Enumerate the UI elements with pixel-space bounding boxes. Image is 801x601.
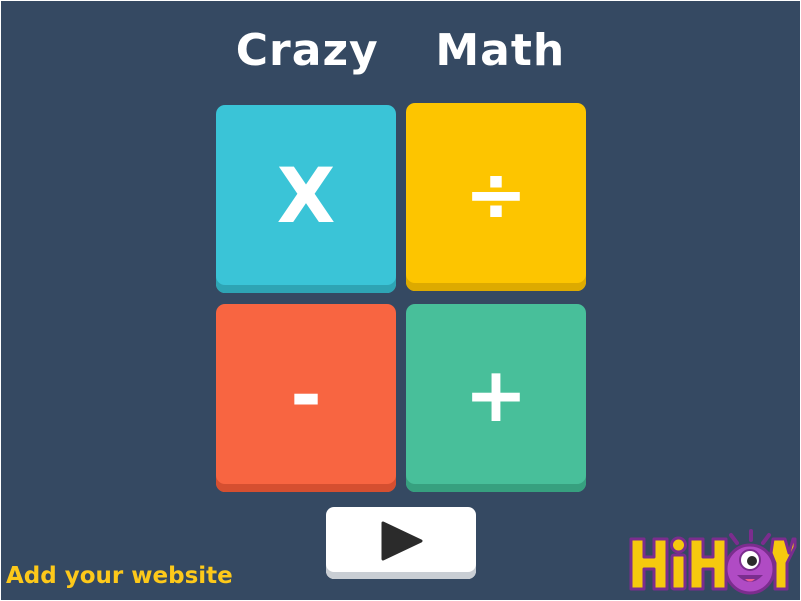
subtract-symbol: - bbox=[290, 349, 322, 439]
subtract-tile[interactable]: - bbox=[216, 304, 396, 492]
hihoy-logo[interactable] bbox=[627, 527, 797, 599]
divide-symbol: ÷ bbox=[464, 148, 528, 238]
multiply-tile[interactable]: X bbox=[216, 105, 396, 293]
add-tile[interactable]: + bbox=[406, 304, 586, 492]
game-stage: Crazy Math X ÷ - + Add your website bbox=[1, 1, 800, 600]
multiply-symbol: X bbox=[276, 150, 336, 240]
divide-tile[interactable]: ÷ bbox=[406, 103, 586, 291]
game-title: Crazy Math bbox=[235, 25, 566, 76]
play-button[interactable] bbox=[326, 507, 476, 579]
add-website-link[interactable]: Add your website bbox=[6, 563, 233, 589]
add-symbol: + bbox=[464, 349, 528, 439]
play-icon bbox=[381, 521, 423, 561]
